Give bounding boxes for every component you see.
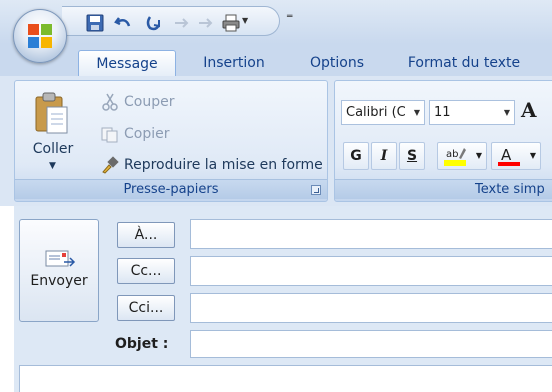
redo-icon[interactable] <box>144 14 162 32</box>
copy-label: Copier <box>124 126 170 142</box>
grow-font-label: A <box>521 98 537 122</box>
copy-icon <box>101 127 118 143</box>
svg-text:A: A <box>501 146 512 164</box>
qat-more-arrow-icon[interactable]: ▼ <box>242 16 260 34</box>
message-body[interactable] <box>19 365 552 392</box>
bold-button[interactable]: G <box>343 142 369 170</box>
basic-text-group-label: Texte simp <box>335 179 552 199</box>
italic-button[interactable]: I <box>371 142 397 170</box>
bcc-button[interactable]: Cci... <box>117 295 175 321</box>
font-size-dropdown-icon[interactable]: ▼ <box>504 101 510 124</box>
tab-insertion[interactable]: Insertion <box>186 50 282 76</box>
format-painter-label: Reproduire la mise en forme <box>124 157 323 173</box>
office-button[interactable] <box>13 9 67 63</box>
highlighter-icon: ab <box>444 148 466 166</box>
font-name-dropdown-icon[interactable]: ▼ <box>414 101 420 124</box>
subject-label: Objet : <box>115 336 169 352</box>
previous-icon[interactable] <box>172 14 190 32</box>
cut-label: Couper <box>124 94 175 110</box>
bcc-field[interactable] <box>190 293 552 323</box>
save-icon[interactable] <box>86 14 104 32</box>
next-icon[interactable] <box>196 14 214 32</box>
cc-field[interactable] <box>190 256 552 286</box>
ribbon-tabs: Message Insertion Options Format du text… <box>0 44 552 76</box>
subject-field[interactable] <box>190 330 552 358</box>
clipboard-group: Coller ▼ Couper Copier Reproduire la mis… <box>14 80 328 202</box>
font-color-button[interactable]: A ▼ <box>491 142 541 170</box>
clipboard-dialog-launcher-icon[interactable] <box>311 185 321 195</box>
customize-qat-icon[interactable]: ═ <box>287 13 297 22</box>
paste-icon <box>35 92 68 134</box>
tab-options[interactable]: Options <box>296 50 378 76</box>
format-painter-icon <box>102 156 119 174</box>
italic-label: I <box>380 148 388 164</box>
send-envelope-icon <box>45 250 76 267</box>
to-field[interactable] <box>190 219 552 249</box>
highlight-dropdown-icon[interactable]: ▼ <box>476 143 482 169</box>
cc-button[interactable]: Cc... <box>117 258 175 284</box>
highlight-button[interactable]: ab ▼ <box>437 142 487 170</box>
quick-access-toolbar: ▼ <box>62 6 280 36</box>
font-name-value: Calibri (C <box>346 105 406 120</box>
scissors-icon <box>102 93 118 111</box>
undo-icon[interactable] <box>114 14 132 32</box>
bcc-label: Cci... <box>128 300 164 316</box>
tab-message[interactable]: Message <box>78 50 176 76</box>
paste-label: Coller <box>32 141 74 157</box>
left-edge-strip <box>0 206 14 392</box>
font-name-select[interactable]: Calibri (C ▼ <box>341 100 425 125</box>
grow-font-button[interactable]: A <box>521 98 537 122</box>
paste-dropdown-icon[interactable]: ▼ <box>49 161 56 171</box>
ribbon: Coller ▼ Couper Copier Reproduire la mis… <box>0 76 552 206</box>
paste-button[interactable]: Coller ▼ <box>23 85 83 175</box>
font-size-select[interactable]: 11 ▼ <box>429 100 515 125</box>
clipboard-group-label: Presse-papiers <box>15 179 327 199</box>
basic-text-group: Calibri (C ▼ 11 ▼ A G I S ab ▼ A ▼ Texte… <box>334 80 552 202</box>
tab-format-du-texte[interactable]: Format du texte <box>394 50 534 76</box>
font-color-icon: A <box>498 146 520 166</box>
underline-label: S <box>406 148 418 164</box>
title-bar: ▼ ═ <box>0 0 552 44</box>
to-label: À... <box>134 227 158 243</box>
cc-label: Cc... <box>130 263 162 279</box>
svg-text:ab: ab <box>446 149 458 160</box>
bold-label: G <box>350 148 362 164</box>
underline-button[interactable]: S <box>399 142 425 170</box>
office-logo-icon <box>28 24 52 48</box>
font-color-dropdown-icon[interactable]: ▼ <box>530 143 536 169</box>
send-label: Envoyer <box>30 273 88 289</box>
send-button[interactable]: Envoyer <box>19 219 99 322</box>
font-size-value: 11 <box>434 105 451 120</box>
to-button[interactable]: À... <box>117 222 175 248</box>
print-icon[interactable] <box>222 14 240 32</box>
